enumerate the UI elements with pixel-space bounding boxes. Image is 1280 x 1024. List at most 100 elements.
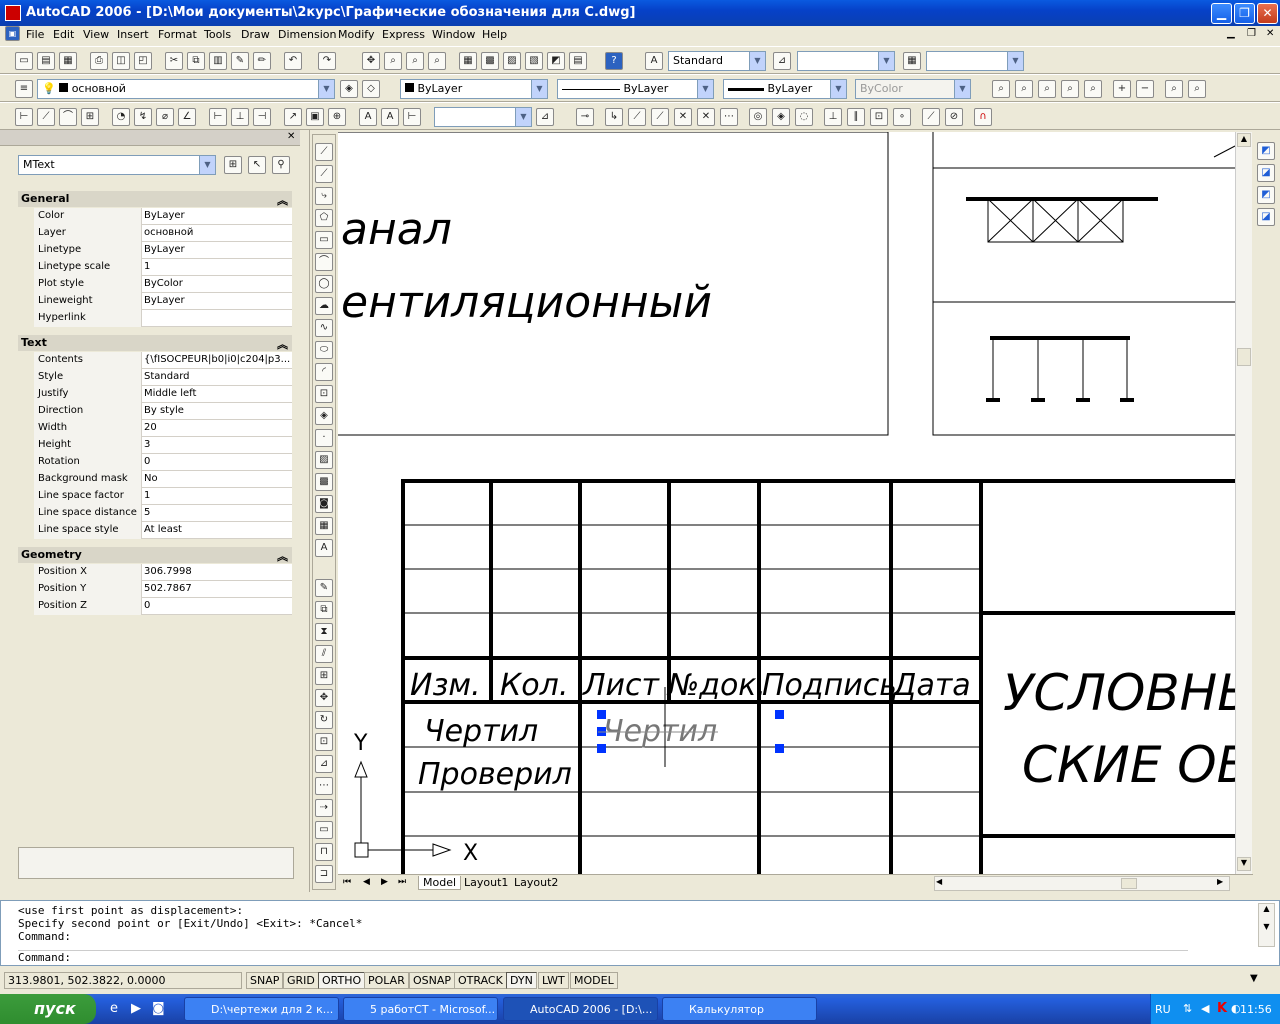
desktop-icon[interactable]: ◙ [152,1001,165,1016]
design-center-icon[interactable]: ▩ [481,52,499,70]
mirror-icon[interactable]: ⧗ [315,623,333,641]
zoom-in-icon[interactable]: + [1113,80,1131,98]
dimension-style-icon[interactable]: ⊿ [773,52,791,70]
send-to-back-icon[interactable]: ◪ [1257,164,1275,182]
copy-object-icon[interactable]: ⧉ [315,601,333,619]
task-word[interactable]: 5 работСТ - Microsof... [343,997,498,1021]
calculator-icon[interactable]: ▤ [569,52,587,70]
task-autocad[interactable]: AutoCAD 2006 - [D:\... [503,997,658,1021]
menu-format[interactable]: Format [158,28,197,41]
make-current-layer-icon[interactable]: ◈ [340,80,358,98]
snap-midpoint-icon[interactable]: ⟋ [651,108,669,126]
extend-icon[interactable]: ⇢ [315,799,333,817]
snap-insert-icon[interactable]: ⊡ [870,108,888,126]
menu-help[interactable]: Help [482,28,507,41]
property-row[interactable]: Rotation 0 [34,454,292,471]
snap-from-icon[interactable]: ↳ [605,108,623,126]
property-row[interactable]: Color ByLayer [34,208,292,225]
snap-tangent-icon[interactable]: ◌ [795,108,813,126]
scroll-up-icon[interactable]: ▲ [1237,133,1251,147]
help-icon[interactable]: ? [605,52,623,70]
bring-to-front-icon[interactable]: ◩ [1257,142,1275,160]
chamfer-icon[interactable]: ⊐ [315,865,333,883]
property-value[interactable]: 1 [144,259,292,276]
vertical-scrollbar[interactable]: ▲ ▼ [1235,132,1252,874]
circle-icon[interactable]: ◯ [315,275,333,293]
layer-previous-icon[interactable]: ◇ [362,80,380,98]
snap-none-icon[interactable]: ⊘ [945,108,963,126]
radius-dim-icon[interactable]: ◔ [112,108,130,126]
sheet-set-icon[interactable]: ▧ [525,52,543,70]
zoom-all-icon[interactable]: ⌕ [1165,80,1183,98]
doc-close-button[interactable]: ✕ [1266,28,1274,39]
collapse-icon[interactable]: ︽ [277,336,288,352]
property-value[interactable]: 1 [144,488,292,505]
minimize-button[interactable]: ▁ [1211,3,1232,24]
property-row[interactable]: Direction By style [34,403,292,420]
property-row[interactable]: Height 3 [34,437,292,454]
property-value[interactable]: 20 [144,420,292,437]
scroll-down-icon[interactable]: ▼ [1237,857,1251,871]
tab-layout1[interactable]: Layout1 [462,876,510,889]
snap-parallel-icon[interactable]: ∥ [847,108,865,126]
cut-icon[interactable]: ✂ [165,52,183,70]
osnap-settings-icon[interactable]: ∩ [974,108,992,126]
layer-dropdown[interactable]: 💡 основной ▼ [37,79,335,99]
array-icon[interactable]: ⊞ [315,667,333,685]
property-value[interactable]: 5 [144,505,292,522]
menu-draw[interactable]: Draw [241,28,270,41]
snap-extension-icon[interactable]: ⋯ [720,108,738,126]
snap-apparent-icon[interactable]: ✕ [697,108,715,126]
pan-icon[interactable]: ✥ [362,52,380,70]
toggle-dyn[interactable]: DYN [506,972,537,989]
collapse-icon[interactable]: ︽ [277,192,288,208]
zoom-extents-icon[interactable]: ⌕ [1188,80,1206,98]
open-icon[interactable]: ▤ [37,52,55,70]
snap-center-icon[interactable]: ◎ [749,108,767,126]
property-value[interactable]: {\fISOCPEUR|b0|i0|c204|p3... [144,352,292,369]
property-value[interactable]: 0 [144,598,292,615]
property-value[interactable]: At least [144,522,292,539]
scale-icon[interactable]: ⊡ [315,733,333,751]
rotate-icon[interactable]: ↻ [315,711,333,729]
horizontal-scrollbar[interactable]: ◀ ▶ [934,876,1230,891]
dimstyle-icon[interactable]: ⊿ [536,108,554,126]
jogged-dim-icon[interactable]: ↯ [134,108,152,126]
arc-length-icon[interactable]: ⌒ [59,108,77,126]
text-style-dropdown[interactable]: Standard ▼ [668,51,766,71]
clock[interactable]: 11:56 [1240,1003,1272,1016]
toggle-lwt[interactable]: LWT [538,972,569,989]
toggle-grid[interactable]: GRID [283,972,319,989]
task-calculator[interactable]: Калькулятор [662,997,817,1021]
menu-express[interactable]: Express [382,28,425,41]
property-row[interactable]: Line space distance 5 [34,505,292,522]
color-dropdown[interactable]: ByLayer ▼ [400,79,548,99]
scroll-left-icon[interactable]: ◀ [936,877,942,886]
property-value[interactable]: 3 [144,437,292,454]
line-icon[interactable]: ⟋ [315,143,333,161]
markup-icon[interactable]: ◩ [547,52,565,70]
property-row[interactable]: Justify Middle left [34,386,292,403]
menu-modify[interactable]: Modify [338,28,374,41]
table-style-dropdown[interactable]: ▼ [926,51,1024,71]
task-explorer[interactable]: D:\чертежи для 2 к... [184,997,339,1021]
tab-prev-icon[interactable]: ◀ [363,877,370,887]
command-scrollbar[interactable]: ▲ ▼ [1258,903,1275,947]
gradient-icon[interactable]: ▩ [315,473,333,491]
quick-select-icon[interactable]: ⚲ [272,156,290,174]
property-value[interactable]: ByLayer [144,242,292,259]
tab-next-icon[interactable]: ▶ [381,877,388,887]
toggle-snap[interactable]: SNAP [246,972,284,989]
menu-edit[interactable]: Edit [53,28,74,41]
join-icon[interactable]: ⊓ [315,843,333,861]
property-value[interactable]: By style [144,403,292,420]
toggle-pickadd-icon[interactable]: ⊞ [224,156,242,174]
paste-icon[interactable]: ▥ [209,52,227,70]
snap-node-icon[interactable]: ∘ [893,108,911,126]
drawing-canvas[interactable]: анал ентиляционный Изм. Кол. Лист №док. … [338,132,1235,874]
publish-icon[interactable]: ◰ [134,52,152,70]
plot-icon[interactable]: ⎙ [90,52,108,70]
stretch-icon[interactable]: ⊿ [315,755,333,773]
menu-view[interactable]: View [83,28,109,41]
layer-manager-icon[interactable]: ≡ [15,80,33,98]
